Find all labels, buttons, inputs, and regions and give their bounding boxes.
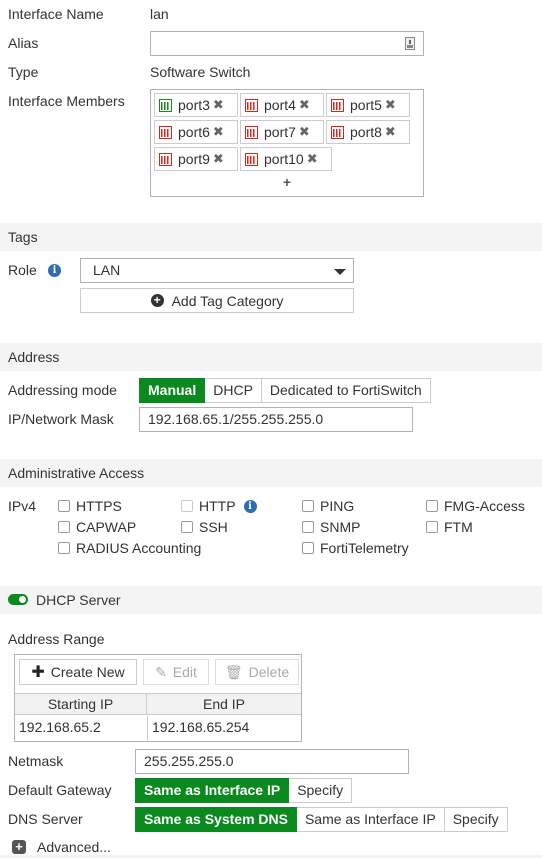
role-select[interactable]: LAN bbox=[80, 258, 354, 283]
ipv4-label: IPv4 bbox=[8, 498, 37, 514]
remove-icon[interactable]: ✖ bbox=[213, 97, 224, 113]
type-value: Software Switch bbox=[150, 64, 251, 80]
ip-network-mask-input[interactable]: 192.168.65.1/255.255.255.0 bbox=[139, 407, 413, 432]
default-gateway-toggle: Same as Interface IP Specify bbox=[135, 778, 353, 803]
column-header: Starting IP bbox=[15, 694, 147, 714]
remove-icon[interactable]: ✖ bbox=[385, 124, 396, 140]
checkbox-radius-accounting[interactable]: RADIUS Accounting bbox=[58, 540, 201, 556]
mode-fortiswitch-option[interactable]: Dedicated to FortiSwitch bbox=[261, 378, 431, 403]
port-down-icon bbox=[245, 152, 258, 166]
dhcp-section-header: DHCP Server bbox=[0, 586, 542, 614]
mode-manual-option[interactable]: Manual bbox=[139, 378, 206, 403]
member-chip[interactable]: port5 ✖ bbox=[326, 93, 410, 117]
delete-button[interactable]: 🗑 Delete bbox=[215, 659, 299, 685]
addressing-mode-label: Addressing mode bbox=[8, 382, 117, 398]
ip-network-mask-label: IP/Network Mask bbox=[8, 411, 114, 427]
checkbox-capwap[interactable]: CAPWAP bbox=[58, 519, 136, 535]
type-label: Type bbox=[8, 64, 39, 80]
dns-same-as-interface-option[interactable]: Same as Interface IP bbox=[296, 807, 445, 832]
member-chip[interactable]: port6 ✖ bbox=[154, 120, 238, 144]
addressing-mode-toggle: Manual DHCP Dedicated to FortiSwitch bbox=[139, 378, 431, 403]
address-range-label: Address Range bbox=[8, 631, 105, 647]
port-down-icon bbox=[331, 125, 344, 139]
plus-circle-icon: + bbox=[150, 294, 164, 307]
dns-specify-option[interactable]: Specify bbox=[444, 807, 508, 832]
port-down-icon bbox=[245, 125, 258, 139]
interface-members-label: Interface Members bbox=[8, 93, 125, 109]
checkbox-http[interactable]: HTTP i bbox=[181, 498, 257, 514]
member-chip[interactable]: port9 ✖ bbox=[154, 147, 238, 171]
interface-name-label: Interface Name bbox=[8, 6, 104, 22]
table-header: Starting IP End IP bbox=[15, 693, 301, 715]
plus-square-icon: + bbox=[12, 840, 26, 854]
admin-access-section-header: Administrative Access bbox=[0, 459, 542, 487]
role-label: Role bbox=[8, 262, 37, 278]
dns-server-toggle: Same as System DNS Same as Interface IP … bbox=[135, 807, 508, 832]
add-member-button[interactable]: + bbox=[151, 174, 423, 190]
remove-icon[interactable]: ✖ bbox=[213, 151, 224, 167]
checkbox-ping[interactable]: PING bbox=[302, 498, 354, 514]
checkbox-https[interactable]: HTTPS bbox=[58, 498, 122, 514]
default-gateway-label: Default Gateway bbox=[8, 782, 112, 798]
member-chip[interactable]: port3 ✖ bbox=[154, 93, 238, 117]
member-chip[interactable]: port7 ✖ bbox=[240, 120, 324, 144]
end-ip-cell: 192.168.65.254 bbox=[152, 719, 250, 735]
port-up-icon bbox=[159, 98, 172, 112]
alias-input[interactable] bbox=[150, 31, 424, 56]
remove-icon[interactable]: ✖ bbox=[213, 124, 224, 140]
address-range-table: ✚ Create New ✎ Edit 🗑 Delete Starting IP… bbox=[14, 654, 302, 742]
create-new-button[interactable]: ✚ Create New bbox=[19, 659, 137, 685]
port-down-icon bbox=[331, 98, 344, 112]
checkbox-fmg-access[interactable]: FMG-Access bbox=[426, 498, 525, 514]
remove-icon[interactable]: ✖ bbox=[299, 97, 310, 113]
mode-dhcp-option[interactable]: DHCP bbox=[205, 378, 262, 403]
interface-name-value: lan bbox=[150, 6, 169, 22]
port-down-icon bbox=[159, 152, 172, 166]
checkbox-ftm[interactable]: FTM bbox=[426, 519, 473, 535]
checkbox-snmp[interactable]: SNMP bbox=[302, 519, 360, 535]
checkbox-ssh[interactable]: SSH bbox=[181, 519, 228, 535]
chevron-down-icon bbox=[334, 269, 346, 275]
remove-icon[interactable]: ✖ bbox=[299, 124, 310, 140]
interface-members-field[interactable]: port3 ✖ port4 ✖ port5 ✖ port6 ✖ port7 ✖ … bbox=[150, 89, 424, 197]
address-section-header: Address bbox=[0, 343, 542, 371]
info-icon[interactable]: i bbox=[243, 499, 257, 513]
add-tag-category-button[interactable]: + Add Tag Category bbox=[80, 288, 354, 313]
info-icon[interactable]: i bbox=[48, 264, 61, 277]
netmask-label: Netmask bbox=[8, 753, 64, 769]
member-chip[interactable]: port8 ✖ bbox=[326, 120, 410, 144]
plus-icon: ✚ bbox=[31, 664, 45, 681]
checkbox-fortitelemetry[interactable]: FortiTelemetry bbox=[302, 540, 409, 556]
member-chip[interactable]: port4 ✖ bbox=[240, 93, 324, 117]
advanced-expander[interactable]: + Advanced... bbox=[12, 839, 111, 855]
tags-section-header: Tags bbox=[0, 223, 542, 251]
member-chip[interactable]: port10 ✖ bbox=[240, 147, 332, 171]
input-helper-icon[interactable] bbox=[405, 37, 415, 50]
alias-label: Alias bbox=[8, 35, 39, 51]
netmask-input[interactable]: 255.255.255.0 bbox=[135, 749, 409, 774]
dns-server-label: DNS Server bbox=[8, 811, 83, 827]
start-ip-cell: 192.168.65.2 bbox=[19, 719, 101, 735]
pencil-icon: ✎ bbox=[155, 663, 167, 680]
edit-button[interactable]: ✎ Edit bbox=[143, 659, 209, 685]
remove-icon[interactable]: ✖ bbox=[307, 151, 318, 167]
gateway-specify-option[interactable]: Specify bbox=[289, 778, 353, 803]
port-down-icon bbox=[245, 98, 258, 112]
dhcp-enable-toggle[interactable] bbox=[8, 594, 28, 605]
dns-same-as-system-option[interactable]: Same as System DNS bbox=[135, 807, 297, 832]
remove-icon[interactable]: ✖ bbox=[385, 97, 396, 113]
table-row[interactable]: 192.168.65.2 192.168.65.254 bbox=[15, 716, 301, 741]
port-down-icon bbox=[159, 125, 172, 139]
column-header: End IP bbox=[202, 696, 246, 712]
trash-icon: 🗑 bbox=[224, 663, 243, 680]
gateway-same-as-interface-option[interactable]: Same as Interface IP bbox=[135, 778, 290, 803]
